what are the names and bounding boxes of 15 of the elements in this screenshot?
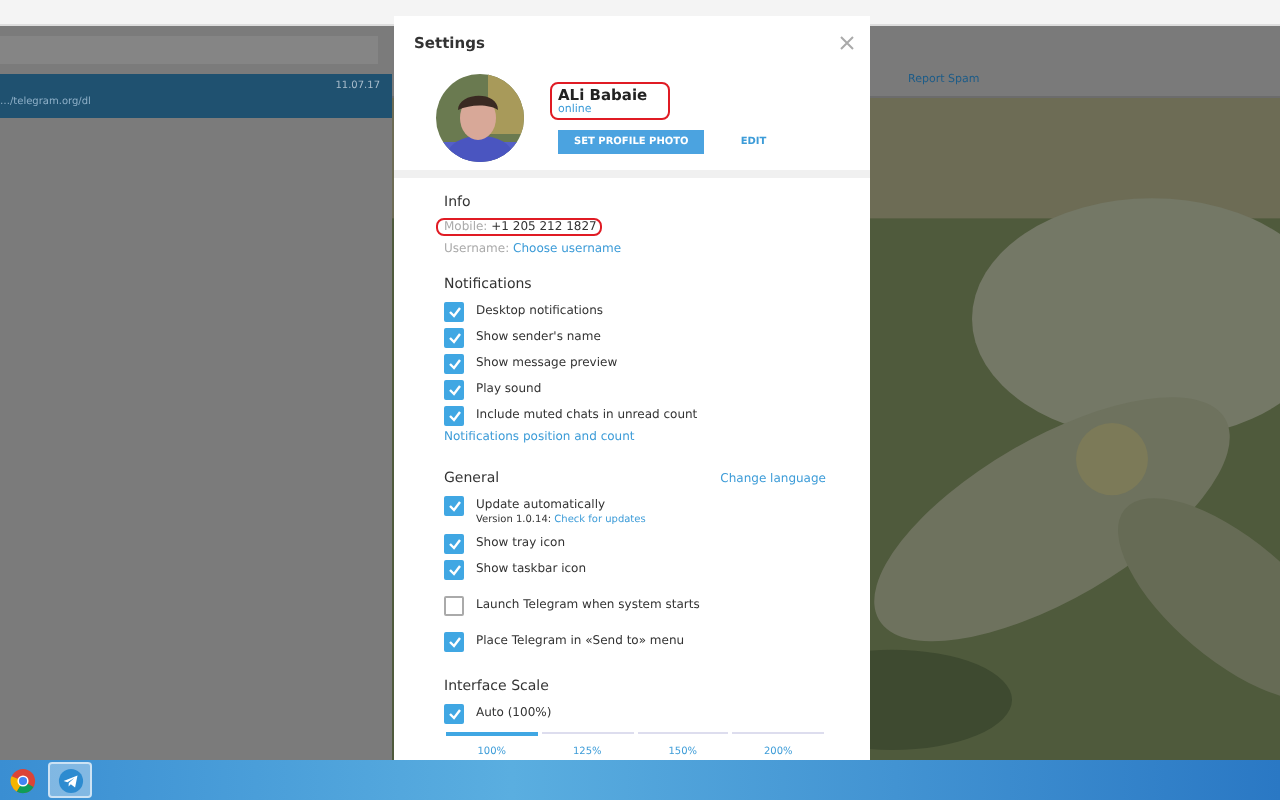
chrome-icon	[9, 767, 35, 793]
checkbox[interactable]	[444, 379, 464, 399]
checkbox[interactable]	[444, 533, 464, 553]
checkbox[interactable]	[444, 495, 464, 515]
checkbox[interactable]	[444, 405, 464, 425]
checkbox[interactable]	[444, 631, 464, 651]
taskbar-button[interactable]	[48, 762, 92, 798]
checkbox[interactable]	[444, 327, 464, 347]
checkbox[interactable]	[444, 301, 464, 321]
checkbox[interactable]	[444, 703, 464, 723]
checkbox[interactable]	[444, 559, 464, 579]
checkbox[interactable]	[444, 353, 464, 373]
close-icon[interactable]	[840, 36, 854, 50]
checkbox[interactable]	[444, 595, 464, 615]
paper-plane-icon	[57, 767, 83, 793]
